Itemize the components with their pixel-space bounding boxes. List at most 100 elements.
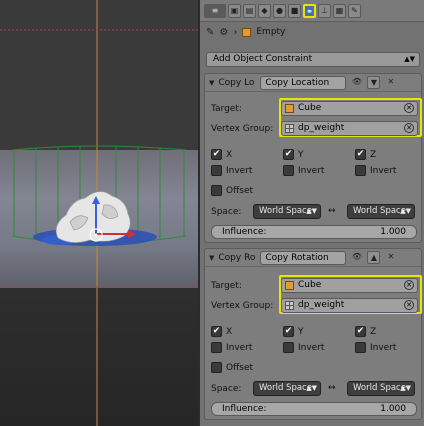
influence-value: 1.000: [380, 227, 406, 237]
vertex-group-row: Vertex Group: dp_weight ✕: [205, 298, 421, 314]
properties-editor: ≡ ▣ ▤ ◆ ● ■ ⚭ ⊥ ▦ ✎ ✎ ⚙ › Empty Add Obje…: [198, 0, 424, 426]
object-name: Empty: [256, 27, 286, 37]
axis-z-checkbox[interactable]: ✔ Z: [355, 149, 376, 160]
constraints-icon[interactable]: ⚭: [303, 3, 316, 18]
target-space-select[interactable]: World Space ▲▼: [347, 381, 415, 396]
eye-icon[interactable]: 👁: [350, 251, 363, 264]
invert-y-checkbox[interactable]: Invert: [283, 342, 324, 353]
object-icon[interactable]: ■: [288, 3, 301, 18]
axis-y-checkbox[interactable]: ✔ Y: [283, 149, 304, 160]
axis-row: ✔ X ✔ Y ✔ Z: [205, 324, 421, 340]
offset-row: Offset: [205, 183, 421, 199]
up-down-arrows-icon: ▲▼: [400, 384, 411, 392]
invert-z-checkbox[interactable]: Invert: [355, 342, 396, 353]
constraint-panel-copy-location: ▼ Copy Lo Copy Location 👁 ▼ ✕ Target: Cu…: [204, 73, 422, 243]
invert-x-checkbox[interactable]: Invert: [211, 342, 252, 353]
axis-z-checkbox[interactable]: ✔ Z: [355, 326, 376, 337]
breadcrumb: ✎ ⚙ › Empty: [200, 22, 424, 42]
influence-slider[interactable]: Influence: 1.000: [211, 402, 417, 416]
add-object-constraint-menu[interactable]: Add Object Constraint ▲▼: [206, 52, 420, 67]
target-field[interactable]: Cube ✕: [281, 278, 418, 293]
owner-space-select[interactable]: World Space ▲▼: [253, 381, 321, 396]
up-down-arrows-icon: ▲▼: [404, 55, 415, 63]
left-right-arrow-icon: ↔: [328, 206, 336, 216]
physics-icon[interactable]: ✎: [348, 3, 361, 18]
scene-icon[interactable]: ◆: [258, 3, 271, 18]
invert-row: Invert Invert Invert: [205, 163, 421, 179]
eye-icon[interactable]: 👁: [350, 76, 363, 89]
add-constraint-label: Add Object Constraint: [213, 54, 313, 64]
invert-row: Invert Invert Invert: [205, 340, 421, 356]
close-icon[interactable]: ✕: [384, 76, 397, 89]
vertex-group-label: Vertex Group:: [211, 124, 274, 134]
up-down-arrows-icon: ▲▼: [400, 207, 411, 215]
expand-triangle-icon[interactable]: ▼: [209, 254, 214, 262]
world-icon[interactable]: ●: [273, 3, 286, 18]
clear-icon[interactable]: ✕: [404, 280, 414, 290]
target-row: Target: Cube ✕: [205, 101, 421, 117]
offset-row: Offset: [205, 360, 421, 376]
cube-icon: [285, 281, 294, 290]
pin-icon[interactable]: ✎: [206, 27, 214, 38]
invert-y-checkbox[interactable]: Invert: [283, 165, 324, 176]
constraint-panel-copy-rotation: ▼ Copy Ro Copy Rotation 👁 ▲ ✕ Target: Cu…: [204, 248, 422, 420]
vertex-group-icon: [285, 301, 294, 310]
constraint-name-field[interactable]: Copy Rotation: [260, 250, 347, 265]
constraint-type-label: Copy Lo: [218, 77, 255, 88]
constraint-header: ▼ Copy Lo Copy Location 👁 ▼ ✕: [205, 74, 421, 92]
up-down-arrows-icon: ▲▼: [306, 207, 317, 215]
left-right-arrow-icon: ↔: [328, 383, 336, 393]
camera-icon[interactable]: ▣: [228, 3, 241, 18]
move-up-icon[interactable]: ▲: [367, 251, 381, 264]
target-label: Target:: [211, 281, 242, 291]
expand-triangle-icon[interactable]: ▼: [209, 79, 214, 87]
data-icon[interactable]: ⊥: [318, 3, 331, 18]
space-row: Space: World Space ▲▼ ↔ World Space ▲▼: [205, 204, 421, 220]
invert-x-checkbox[interactable]: Invert: [211, 165, 252, 176]
checkmark-icon: ✔: [355, 326, 366, 337]
checkmark-icon: ✔: [211, 149, 222, 160]
influence-label: Influence:: [222, 227, 267, 237]
vertex-group-field[interactable]: dp_weight ✕: [281, 121, 418, 136]
menu-icon[interactable]: ≡: [204, 3, 226, 18]
chevron-right-icon: ›: [233, 26, 238, 38]
influence-label: Influence:: [222, 404, 267, 414]
3d-viewport[interactable]: [0, 0, 198, 426]
influence-slider[interactable]: Influence: 1.000: [211, 225, 417, 239]
texture-icon[interactable]: ▦: [333, 3, 346, 18]
axis-x-checkbox[interactable]: ✔ X: [211, 149, 232, 160]
axis-x-checkbox[interactable]: ✔ X: [211, 326, 232, 337]
vertex-group-value: dp_weight: [298, 123, 345, 133]
target-field[interactable]: Cube ✕: [281, 101, 418, 116]
up-down-arrows-icon: ▲▼: [306, 384, 317, 392]
move-down-icon[interactable]: ▼: [367, 76, 381, 89]
checkmark-icon: ✔: [355, 149, 366, 160]
close-icon[interactable]: ✕: [384, 251, 397, 264]
axis-y-checkbox[interactable]: ✔ Y: [283, 326, 304, 337]
target-label: Target:: [211, 104, 242, 114]
target-value: Cube: [298, 103, 322, 113]
object-data-icon: ⚙: [219, 26, 229, 38]
empty-object-icon: [242, 27, 252, 37]
vertex-group-field[interactable]: dp_weight ✕: [281, 298, 418, 313]
viewport-scene: [0, 0, 198, 426]
invert-z-checkbox[interactable]: Invert: [355, 165, 396, 176]
space-label: Space:: [211, 207, 242, 217]
target-space-select[interactable]: World Space ▲▼: [347, 204, 415, 219]
target-row: Target: Cube ✕: [205, 278, 421, 294]
clear-icon[interactable]: ✕: [404, 103, 414, 113]
offset-checkbox[interactable]: Offset: [211, 185, 253, 196]
influence-value: 1.000: [380, 404, 406, 414]
checkmark-icon: ✔: [283, 149, 294, 160]
constraint-type-label: Copy Ro: [218, 252, 256, 263]
constraint-name-field[interactable]: Copy Location: [260, 75, 347, 90]
clear-icon[interactable]: ✕: [404, 300, 414, 310]
owner-space-select[interactable]: World Space ▲▼: [253, 204, 321, 219]
offset-checkbox[interactable]: Offset: [211, 362, 253, 373]
clear-icon[interactable]: ✕: [404, 123, 414, 133]
render-layers-icon[interactable]: ▤: [243, 3, 256, 18]
checkmark-icon: ✔: [283, 326, 294, 337]
vertex-group-label: Vertex Group:: [211, 301, 274, 311]
space-row: Space: World Space ▲▼ ↔ World Space ▲▼: [205, 381, 421, 397]
vertex-group-icon: [285, 124, 294, 133]
